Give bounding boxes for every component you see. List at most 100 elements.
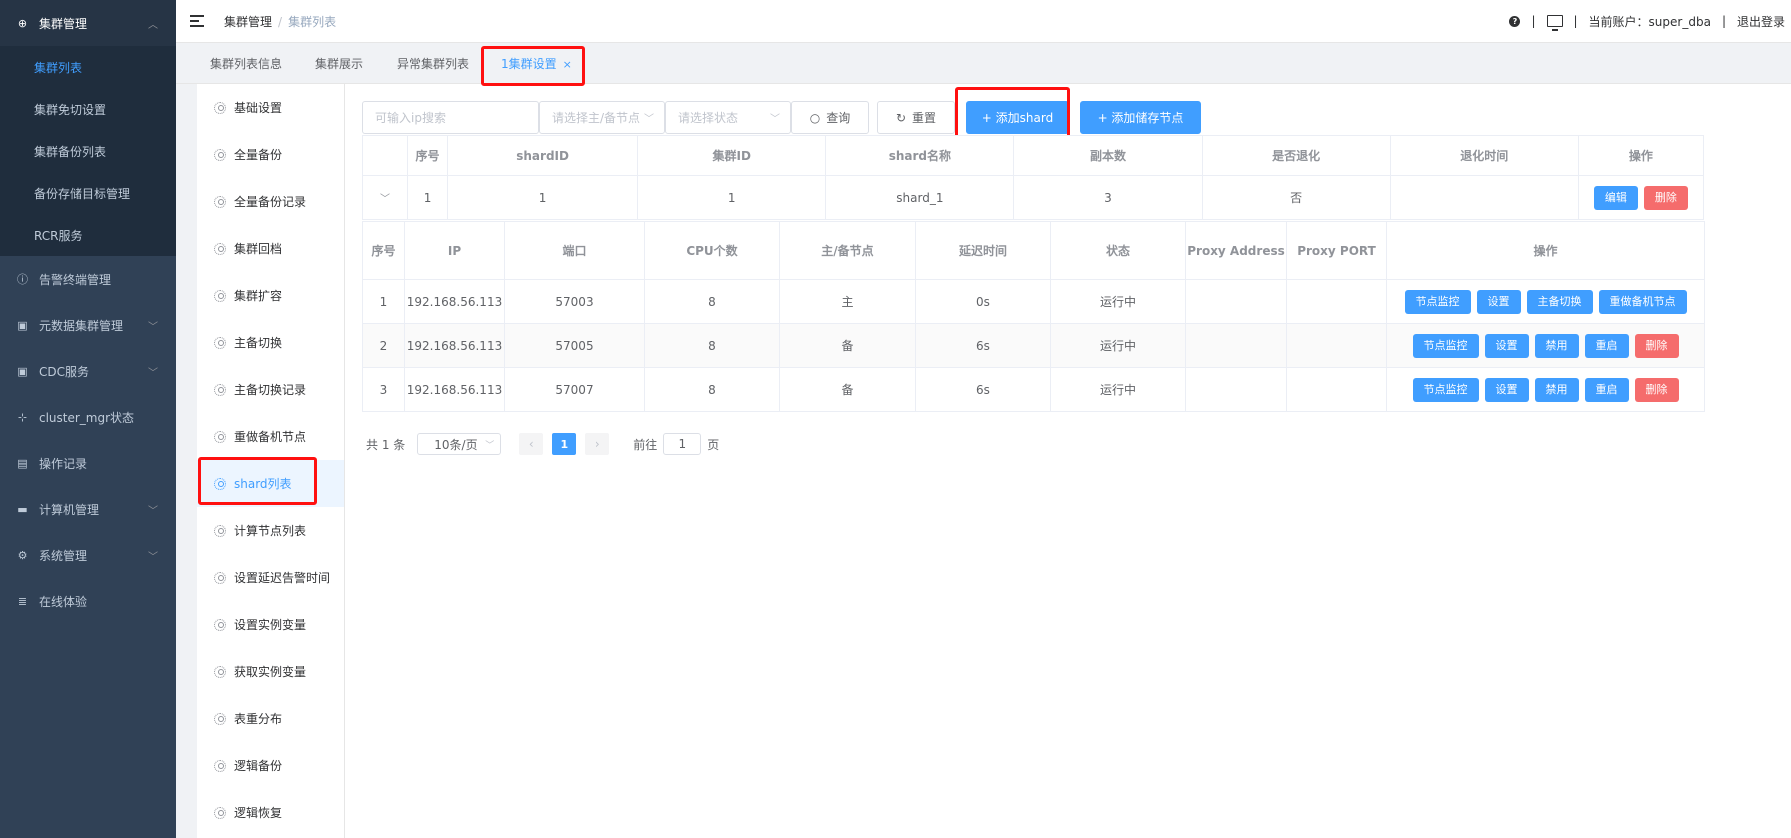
setting-get-variables[interactable]: 获取实例变量: [197, 648, 344, 695]
node-monitor-button[interactable]: 节点监控: [1404, 289, 1471, 314]
status-select[interactable]: 请选择状态 ﹀: [665, 101, 791, 134]
menu-computer[interactable]: ▬ 计算机管理 ﹀: [0, 486, 176, 532]
table-cell-role: 主: [779, 279, 916, 324]
setting-table-redistribution[interactable]: 表重分布: [197, 695, 344, 742]
submenu-cluster-backup-list[interactable]: 集群备份列表: [0, 130, 176, 172]
setting-label: 主备切换记录: [234, 383, 307, 397]
close-icon[interactable]: ×: [563, 58, 572, 71]
help-icon[interactable]: ?: [1509, 15, 1521, 27]
divider: |: [1531, 14, 1536, 28]
disable-button[interactable]: 禁用: [1534, 333, 1579, 358]
setting-label: 全量备份记录: [234, 195, 307, 209]
chevron-left-icon: ‹: [528, 437, 534, 451]
submenu-backup-storage[interactable]: 备份存储目标管理: [0, 172, 176, 214]
setting-switchover[interactable]: 主备切换: [197, 319, 344, 366]
table-cell: 192.168.56.113: [404, 279, 505, 324]
gear-icon: [214, 148, 226, 161]
add-shard-button[interactable]: + 添加shard: [966, 101, 1069, 134]
setting-delay-alarm[interactable]: 设置延迟告警时间: [197, 554, 344, 601]
next-page-button[interactable]: ›: [585, 433, 610, 455]
disable-button[interactable]: 禁用: [1534, 377, 1579, 402]
reset-button[interactable]: ↻ 重置: [877, 101, 955, 134]
goto-page-input[interactable]: 1: [663, 433, 702, 455]
menu-alarm[interactable]: ⓘ 告警终端管理: [0, 256, 176, 302]
tab-cluster-list-info[interactable]: 集群列表信息: [210, 54, 282, 74]
table-cell: 192.168.56.113: [404, 323, 505, 368]
settings-button[interactable]: 设置: [1476, 289, 1521, 314]
delete-button[interactable]: 删除: [1634, 377, 1679, 402]
rebuild-replica-button[interactable]: 重做备机节点: [1598, 289, 1687, 314]
gear-icon: [214, 289, 226, 302]
switchover-button[interactable]: 主备切换: [1526, 289, 1593, 314]
setting-rebuild-replica[interactable]: 重做备机节点: [197, 413, 344, 460]
breadcrumb-item[interactable]: 集群管理: [224, 15, 272, 29]
menu-cluster-management[interactable]: ⊕ 集群管理 ︿: [0, 0, 176, 46]
setting-set-variables[interactable]: 设置实例变量: [197, 601, 344, 648]
page-number[interactable]: 1: [552, 433, 577, 455]
table-cell: 192.168.56.113: [404, 367, 505, 412]
ip-search-input[interactable]: 可输入ip搜索: [362, 101, 539, 134]
button-label: 查询: [826, 111, 851, 125]
status-text: 运行中: [1050, 367, 1186, 412]
menu-operation-log[interactable]: ▤ 操作记录: [0, 440, 176, 486]
tab-cluster-settings[interactable]: 1集群设置 ×: [501, 54, 572, 74]
setting-logical-restore[interactable]: 逻辑恢复: [197, 789, 344, 836]
node-type-select[interactable]: 请选择主/备节点 ﹀: [539, 101, 665, 134]
table-cell: 1: [637, 175, 827, 220]
setting-label: 逻辑恢复: [234, 806, 283, 820]
hamburger-icon[interactable]: [190, 15, 204, 27]
expand-toggle[interactable]: ﹀: [361, 175, 409, 220]
settings-button[interactable]: 设置: [1484, 377, 1529, 402]
menu-label: 元数据集群管理: [39, 318, 124, 333]
setting-full-backup[interactable]: 全量备份: [197, 131, 344, 178]
edit-button[interactable]: 编辑: [1593, 185, 1638, 210]
node-monitor-button[interactable]: 节点监控: [1412, 377, 1479, 402]
setting-compute-nodes[interactable]: 计算节点列表: [197, 507, 344, 554]
goto-label: 前往: [633, 437, 658, 452]
table-cell: [1185, 279, 1287, 324]
setting-cluster-rollback[interactable]: 集群回档: [197, 225, 344, 272]
setting-full-backup-records[interactable]: 全量备份记录: [197, 178, 344, 225]
setting-label: 全量备份: [234, 148, 283, 162]
node-monitor-button[interactable]: 节点监控: [1412, 333, 1479, 358]
setting-logical-backup[interactable]: 逻辑备份: [197, 742, 344, 789]
add-storage-node-button[interactable]: + 添加储存节点: [1080, 101, 1201, 134]
table-row: 1 192.168.56.113 57003 8 主 0s 运行中 节点监控 设置…: [362, 279, 1705, 324]
submenu-rcr-service[interactable]: RCR服务: [0, 214, 176, 256]
menu-online-trial[interactable]: ≣ 在线体验: [0, 578, 176, 624]
table-cell-actions: 节点监控 设置 禁用 重启 删除: [1386, 323, 1705, 368]
restart-button[interactable]: 重启: [1584, 377, 1629, 402]
setting-cluster-expand[interactable]: 集群扩容: [197, 272, 344, 319]
setting-basic[interactable]: 基础设置: [197, 84, 344, 131]
database-icon: ≣: [17, 594, 28, 608]
setting-switchover-records[interactable]: 主备切换记录: [197, 366, 344, 413]
submenu-cluster-switch-settings[interactable]: 集群免切设置: [0, 88, 176, 130]
setting-shard-list[interactable]: shard列表: [197, 460, 344, 507]
menu-cluster-mgr-status[interactable]: ⊹ cluster_mgr状态: [0, 394, 176, 440]
query-button[interactable]: ○ 查询: [791, 101, 869, 134]
setting-label: 计算节点列表: [234, 524, 307, 538]
submenu-cluster-list[interactable]: 集群列表: [0, 46, 176, 88]
table-cell-role: 备: [779, 367, 916, 412]
delete-button[interactable]: 删除: [1634, 333, 1679, 358]
divider: |: [1721, 14, 1726, 28]
restart-button[interactable]: 重启: [1584, 333, 1629, 358]
menu-metadata-cluster[interactable]: ▣ 元数据集群管理 ﹀: [0, 302, 176, 348]
menu-label: 在线体验: [39, 594, 88, 609]
table-cell: shard_1: [825, 175, 1015, 220]
tab-abnormal-clusters[interactable]: 异常集群列表: [397, 54, 469, 74]
document-icon: ▤: [17, 456, 28, 470]
select-placeholder: 请选择主/备节点: [552, 111, 641, 125]
gear-icon: [214, 336, 226, 349]
screen-icon[interactable]: [1546, 15, 1563, 31]
menu-system[interactable]: ⚙ 系统管理 ﹀: [0, 532, 176, 578]
delete-button[interactable]: 删除: [1643, 185, 1688, 210]
table-cell: [1185, 323, 1287, 368]
settings-button[interactable]: 设置: [1484, 333, 1529, 358]
tab-cluster-display[interactable]: 集群展示: [315, 54, 363, 74]
page-size-select[interactable]: 10条/页 ﹀: [417, 433, 502, 455]
prev-page-button[interactable]: ‹: [519, 433, 544, 455]
logout-link[interactable]: 退出登录: [1737, 13, 1785, 30]
table-cell-actions: 节点监控 设置 禁用 重启 删除: [1386, 367, 1705, 412]
menu-cdc[interactable]: ▣ CDC服务 ﹀: [0, 348, 176, 394]
